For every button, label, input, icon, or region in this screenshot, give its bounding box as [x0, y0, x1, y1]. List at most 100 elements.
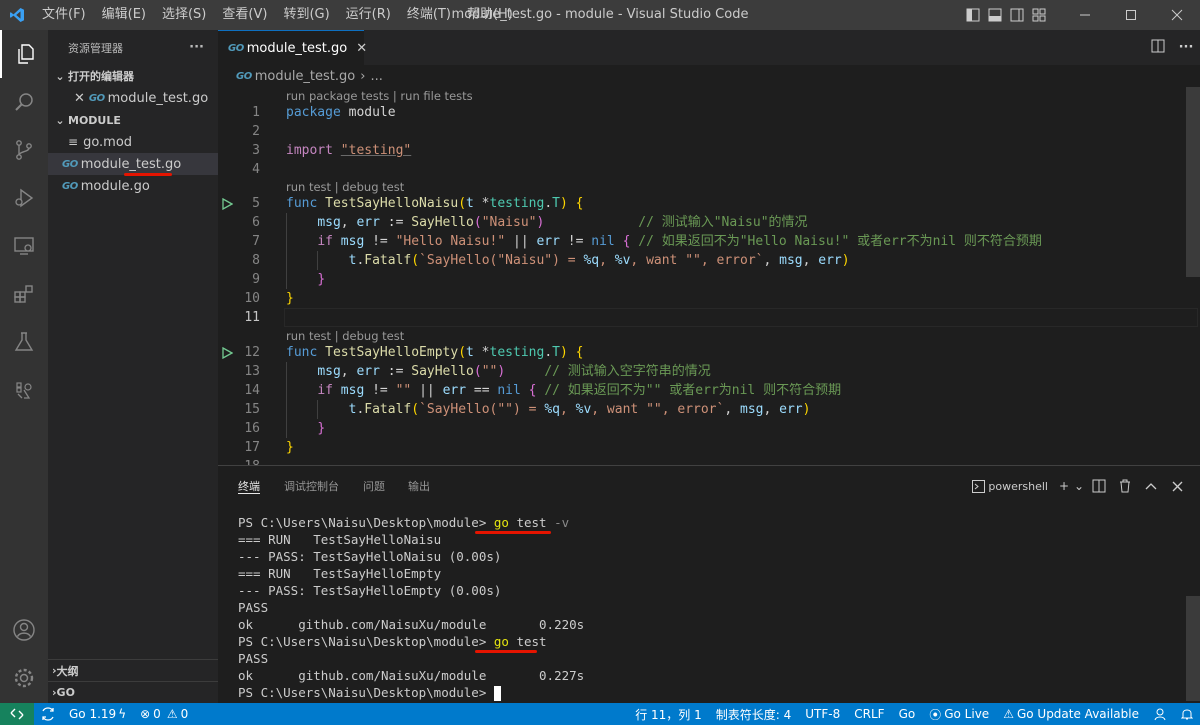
encoding[interactable]: UTF-8	[798, 703, 847, 725]
code-line: 7 if msg != "Hello Naisu!" || err != nil…	[252, 234, 1042, 249]
lightning-icon: ϟ	[118, 707, 127, 721]
terminal-output[interactable]: PS C:\Users\Naisu\Desktop\module> go tes…	[238, 514, 1168, 701]
code-line: 6 msg, err := SayHello("Naisu") // 测试输入"…	[252, 215, 808, 230]
file-item-module[interactable]: GO module.go	[48, 175, 218, 197]
breadcrumb-more[interactable]: ...	[370, 69, 382, 84]
terminal-line: --- PASS: TestSayHelloNaisu (0.00s)	[238, 549, 502, 564]
explorer-sidebar: 资源管理器 ··· ⌄ 打开的编辑器 ✕ GO module_test.go ⌄…	[48, 30, 218, 703]
maximize-icon[interactable]	[1108, 0, 1154, 30]
split-editor-icon[interactable]	[1144, 39, 1172, 57]
red-underline-annotation	[475, 531, 551, 534]
tab-module-test[interactable]: GO module_test.go ✕	[218, 30, 367, 65]
terminal-line: PS C:\Users\Naisu\Desktop\module>	[238, 684, 1168, 701]
code-line: 13 msg, err := SayHello("") // 测试输入空字符串的…	[244, 364, 711, 379]
go-update-button[interactable]: ⚠ Go Update Available	[996, 703, 1146, 725]
tab-debug-console[interactable]: 调试控制台	[284, 466, 339, 508]
indentation[interactable]: 制表符长度: 4	[709, 703, 799, 725]
editor-scrollbar[interactable]	[1186, 87, 1200, 277]
file-name: go.mod	[83, 134, 133, 150]
code-line: 18	[218, 457, 1188, 465]
folder-section-module[interactable]: ⌄ MODULE	[48, 109, 218, 131]
breadcrumb: GO module_test.go › ...	[218, 65, 1200, 87]
code-line: 14 if msg != "" || err == nil { // 如果返回不…	[244, 383, 842, 398]
code-line: 2	[252, 124, 260, 139]
code-line: 12 func TestSayHelloEmpty(t *testing.T) {	[244, 345, 584, 360]
folder-label: MODULE	[68, 113, 121, 127]
docker-icon[interactable]	[0, 366, 48, 414]
chevron-down-icon[interactable]: ⌄	[1072, 474, 1086, 498]
toggle-primary-sidebar-icon[interactable]	[962, 0, 984, 30]
code-line: 17}	[244, 440, 294, 455]
menu-help[interactable]: 帮助(H)	[459, 0, 521, 30]
customize-layout-icon[interactable]	[1028, 0, 1050, 30]
chevron-down-icon: ⌄	[55, 69, 65, 83]
menu-terminal[interactable]: 终端(T)	[399, 0, 459, 30]
shell-name[interactable]: powershell	[988, 480, 1048, 493]
close-icon[interactable]: ✕	[74, 91, 85, 106]
notifications-icon[interactable]	[1174, 703, 1200, 725]
menu-run[interactable]: 运行(R)	[338, 0, 399, 30]
trash-icon[interactable]	[1112, 474, 1138, 498]
minimize-icon[interactable]	[1062, 0, 1108, 30]
warning-icon: ⚠	[166, 707, 178, 721]
go-version[interactable]: Go 1.19 ϟ	[62, 703, 133, 725]
go-live-button[interactable]: ⦿ Go Live	[922, 703, 996, 725]
open-editors-label: 打开的编辑器	[68, 70, 134, 83]
extensions-icon[interactable]	[0, 270, 48, 318]
menu-view[interactable]: 查看(V)	[214, 0, 275, 30]
manage-gear-icon[interactable]	[0, 654, 48, 702]
terminal-cursor	[493, 686, 501, 701]
cursor-position[interactable]: 行 11，列 1	[628, 703, 709, 725]
end-of-line[interactable]: CRLF	[847, 703, 891, 725]
code-editor[interactable]: run package tests | run file tests 1 pack…	[218, 87, 1200, 465]
title-bar: 文件(F) 编辑(E) 选择(S) 查看(V) 转到(G) 运行(R) 终端(T…	[0, 0, 1200, 30]
new-terminal-icon[interactable]: +	[1056, 474, 1072, 498]
menu-edit[interactable]: 编辑(E)	[94, 0, 154, 30]
file-item-go-mod[interactable]: ≡ go.mod	[48, 131, 218, 153]
go-file-icon: GO	[62, 158, 78, 170]
close-panel-icon[interactable]	[1164, 474, 1190, 498]
split-terminal-icon[interactable]	[1086, 474, 1112, 498]
testing-icon[interactable]	[0, 318, 48, 366]
go-section[interactable]: › GO	[48, 681, 218, 703]
remote-explorer-icon[interactable]	[0, 222, 48, 270]
tab-terminal[interactable]: 终端	[238, 466, 260, 494]
open-editor-item[interactable]: ✕ GO module_test.go	[48, 87, 218, 109]
accounts-icon[interactable]	[0, 606, 48, 654]
file-item-module-test[interactable]: GO module_test.go	[48, 153, 218, 176]
source-control-icon[interactable]	[0, 126, 48, 174]
language-mode[interactable]: Go	[892, 703, 923, 725]
search-icon[interactable]	[0, 78, 48, 126]
feedback-icon[interactable]	[1146, 703, 1174, 725]
explorer-icon[interactable]	[0, 30, 48, 78]
remote-indicator-icon[interactable]	[0, 703, 34, 725]
toggle-panel-icon[interactable]	[984, 0, 1006, 30]
red-underline-annotation	[475, 650, 537, 653]
tab-output[interactable]: 输出	[408, 466, 430, 508]
broadcast-icon: ⦿	[929, 707, 942, 722]
mod-file-icon: ≡	[68, 135, 79, 149]
menu-selection[interactable]: 选择(S)	[154, 0, 214, 30]
toggle-secondary-sidebar-icon[interactable]	[1006, 0, 1028, 30]
run-debug-icon[interactable]	[0, 174, 48, 222]
problems-indicator[interactable]: ⊗ 0 ⚠ 0	[133, 703, 195, 725]
sidebar-title: 资源管理器	[68, 41, 123, 55]
open-editors-section[interactable]: ⌄ 打开的编辑器	[48, 65, 218, 87]
terminal-line: PASS	[238, 651, 269, 666]
breadcrumb-file[interactable]: module_test.go	[255, 69, 356, 84]
more-actions-icon[interactable]: ···	[1172, 40, 1200, 55]
close-window-icon[interactable]	[1154, 0, 1200, 30]
code-line: 15 t.Fatalf(`SayHello("") = %q, %v, want…	[244, 402, 811, 417]
tab-problems[interactable]: 问题	[363, 466, 385, 508]
maximize-panel-icon[interactable]	[1138, 474, 1164, 498]
terminal-scrollbar[interactable]	[1186, 596, 1200, 701]
panel-tabs: 终端 调试控制台 问题 输出 powershell + ⌄	[218, 466, 1200, 508]
sync-icon[interactable]	[34, 703, 62, 725]
status-bar: Go 1.19 ϟ ⊗ 0 ⚠ 0 行 11，列 1 制表符长度: 4 UTF-8 C…	[0, 703, 1200, 725]
outline-section[interactable]: › 大纲	[48, 659, 218, 681]
menu-file[interactable]: 文件(F)	[34, 0, 94, 30]
menu-go[interactable]: 转到(G)	[275, 0, 337, 30]
close-tab-icon[interactable]: ✕	[356, 41, 367, 56]
chevron-down-icon: ⌄	[55, 113, 65, 127]
more-actions-icon[interactable]: ···	[189, 40, 204, 55]
